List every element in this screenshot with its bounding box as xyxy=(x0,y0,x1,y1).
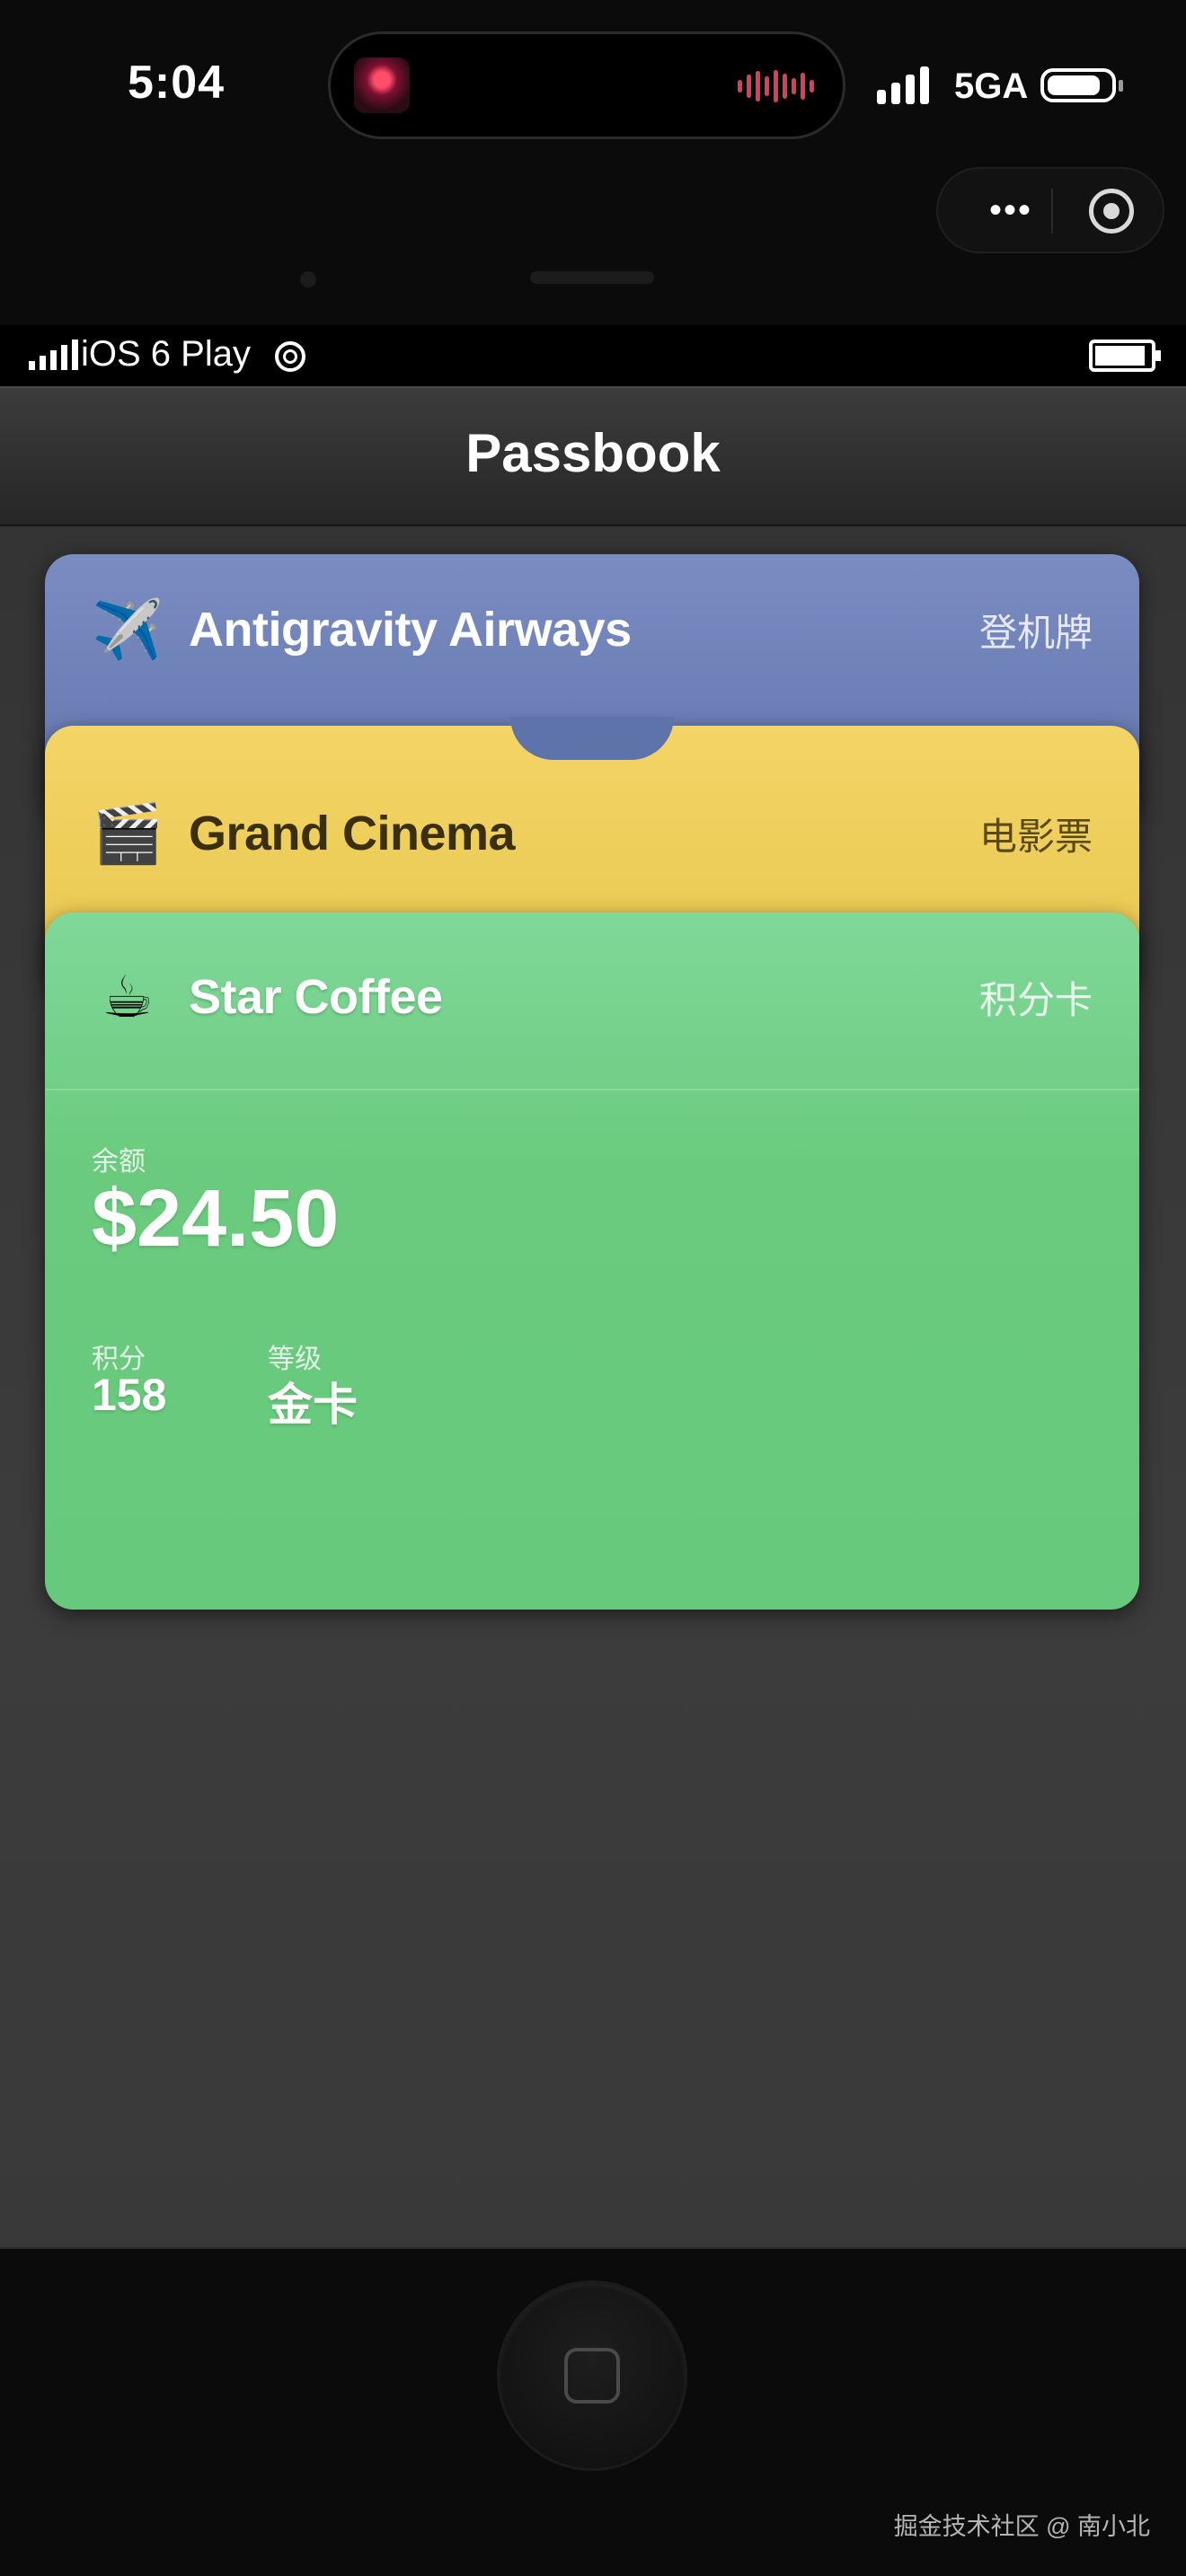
navigation-bar: Passbook xyxy=(0,386,1186,526)
miniprogram-capsule: ••• xyxy=(936,167,1164,253)
ios-signal-icon xyxy=(29,340,78,370)
balance-value: $24.50 xyxy=(92,1174,340,1264)
signal-bars-icon xyxy=(877,65,929,104)
close-target-icon[interactable] xyxy=(1089,189,1134,234)
audio-waveform-icon xyxy=(738,70,814,102)
home-button-icon xyxy=(564,2348,620,2404)
level-value: 金卡 xyxy=(268,1380,358,1430)
clapperboard-icon: 🎬 xyxy=(92,801,164,866)
capsule-divider xyxy=(1051,189,1053,234)
pass-name: Grand Cinema xyxy=(189,807,516,860)
boarding-pass-notch xyxy=(510,717,674,760)
earpiece-speaker xyxy=(530,271,654,284)
network-type: 5GA xyxy=(954,66,1029,106)
pass-type: 电影票 xyxy=(978,815,1093,858)
points-value: 158 xyxy=(92,1370,167,1420)
pass-header: 🎬 Grand Cinema 电影票 xyxy=(92,805,1093,862)
battery-icon xyxy=(1040,68,1123,102)
pass-header: ✈️ Antigravity Airways 登机牌 xyxy=(92,601,1093,658)
pass-type: 登机牌 xyxy=(978,611,1093,654)
wifi-icon xyxy=(275,341,305,372)
now-playing-artwork[interactable] xyxy=(354,57,410,113)
ios-battery-icon xyxy=(1089,340,1161,372)
home-button[interactable] xyxy=(500,2283,685,2468)
pass-name: Antigravity Airways xyxy=(189,603,632,657)
pass-type: 积分卡 xyxy=(978,978,1093,1021)
card-divider xyxy=(45,1089,1139,1090)
ios-status-bar: iOS 6 Play xyxy=(0,325,1186,386)
status-time: 5:04 xyxy=(128,57,226,109)
pass-name: Star Coffee xyxy=(189,970,443,1024)
pass-card-coffee[interactable]: ☕ Star Coffee 积分卡 余额 $24.50 积分 158 等级 金卡 xyxy=(45,913,1139,1610)
watermark: 掘金技术社区 @ 南小北 xyxy=(893,2513,1150,2540)
more-dots-icon[interactable]: ••• xyxy=(970,190,1051,230)
coffee-cup-icon: ☕ xyxy=(102,965,154,1029)
front-camera xyxy=(300,271,316,287)
home-area: 掘金技术社区 @ 南小北 xyxy=(0,2247,1186,2576)
page-title: Passbook xyxy=(465,423,721,483)
airplane-icon: ✈️ xyxy=(92,597,164,662)
device-status-bar: 5:04 5GA xyxy=(0,0,1186,171)
ios-carrier: iOS 6 Play xyxy=(81,334,251,374)
pass-header: ☕ Star Coffee 积分卡 xyxy=(92,968,1093,1026)
dynamic-island[interactable] xyxy=(331,34,843,137)
